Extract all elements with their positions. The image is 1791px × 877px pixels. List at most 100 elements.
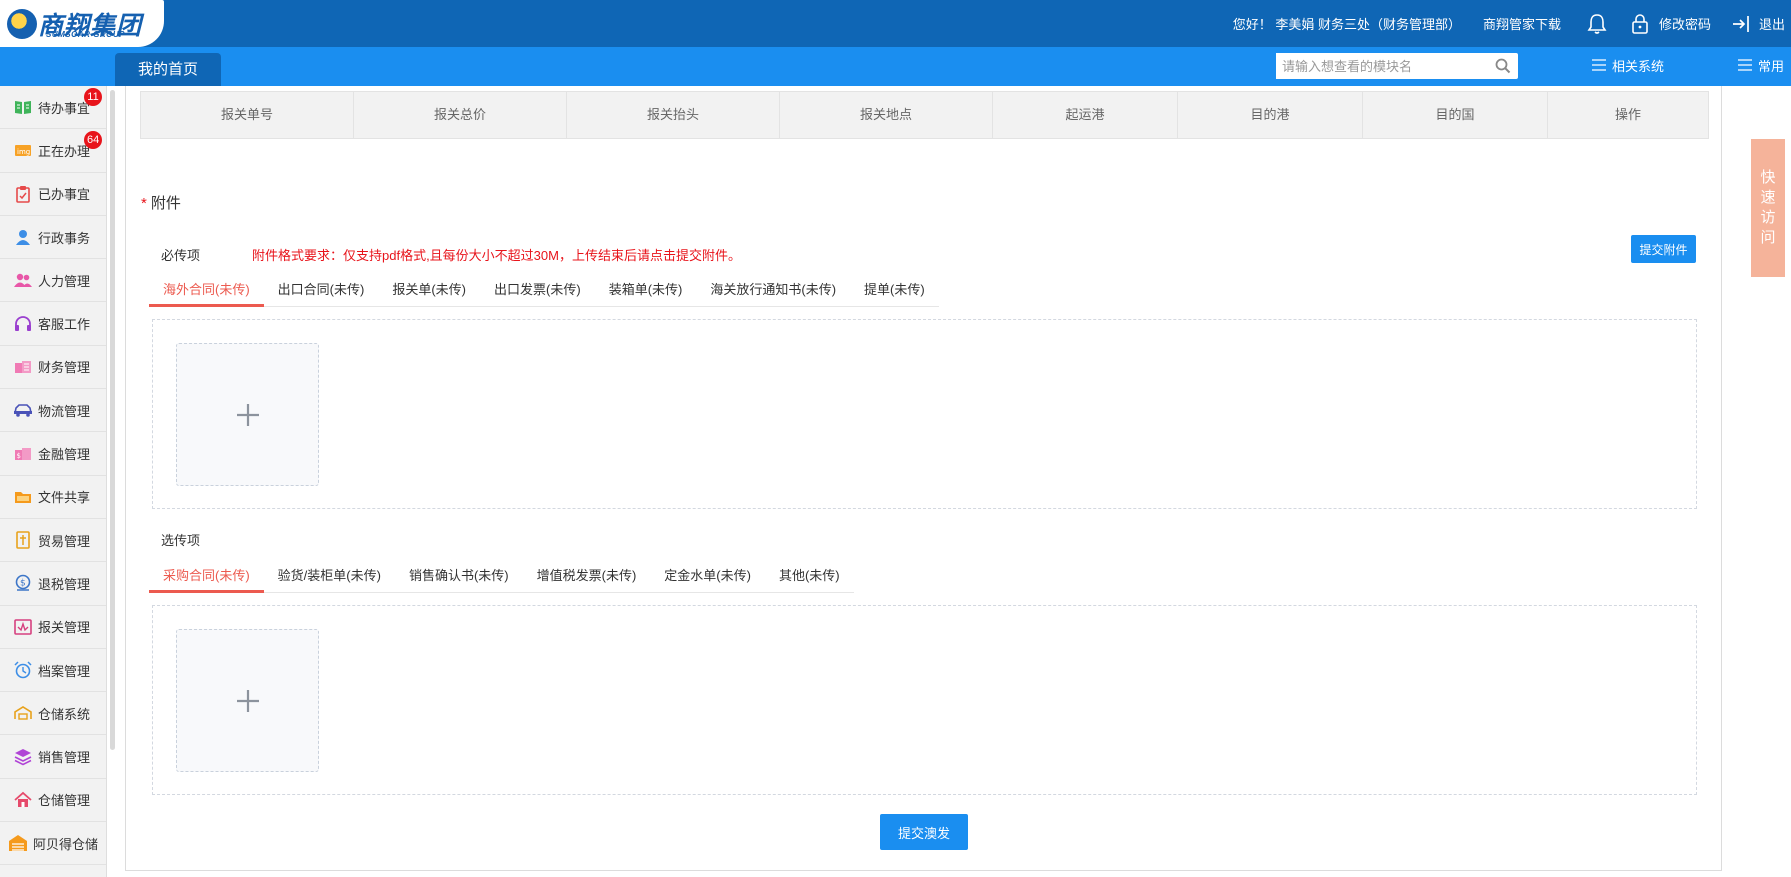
sidebar-item-abd-storage[interactable]: 阿贝得仓储 xyxy=(0,822,106,866)
logo-subtext: SUMSOAR GROUP xyxy=(46,30,125,39)
img-icon: img xyxy=(13,140,33,160)
house-icon xyxy=(13,790,33,810)
sidebar-item-label: 销售管理 xyxy=(38,750,91,766)
sidebar-item-customs[interactable]: 报关管理 xyxy=(0,606,106,649)
search-icon[interactable] xyxy=(1495,58,1511,77)
column-header: 报关单号 xyxy=(141,92,354,138)
sidebar-item-label: 正在办理 xyxy=(38,143,91,159)
upload-button[interactable] xyxy=(176,629,319,772)
folder-icon xyxy=(13,487,33,507)
logout-link[interactable]: 退出 xyxy=(1759,14,1785,33)
related-systems-label: 相关系统 xyxy=(1612,59,1665,74)
tab-export-invoice[interactable]: 出口发票(未传) xyxy=(480,275,595,307)
common-label: 常用 xyxy=(1758,59,1785,74)
tab-other[interactable]: 其他(未传) xyxy=(765,561,854,593)
sidebar-item-file-share[interactable]: 文件共享 xyxy=(0,476,106,519)
sidebar-item-label: 报关管理 xyxy=(38,620,91,636)
nav-bar: 我的首页 相关系统 常用 xyxy=(0,47,1791,86)
column-header: 报关抬头 xyxy=(567,92,780,138)
sidebar-scrollbar[interactable] xyxy=(110,90,115,750)
sidebar-item-label: 人力管理 xyxy=(38,273,91,289)
tab-bill-of-lading[interactable]: 提单(未传) xyxy=(850,275,939,307)
warehouse-icon xyxy=(8,833,28,853)
sidebar-item-label: 仓储系统 xyxy=(38,706,91,722)
tab-packing-list[interactable]: 装箱单(未传) xyxy=(595,275,697,307)
sidebar-item-storage-system[interactable]: 仓储系统 xyxy=(0,692,106,736)
finance-icon xyxy=(13,357,33,377)
tab-vat-invoice[interactable]: 增值税发票(未传) xyxy=(523,561,651,593)
sidebar-item-label: 文件共享 xyxy=(38,490,91,506)
upload-button[interactable] xyxy=(176,343,319,486)
car-icon xyxy=(13,400,33,420)
download-link[interactable]: 商翔管家下载 xyxy=(1483,14,1561,33)
book-icon xyxy=(13,97,33,117)
sidebar-item-service[interactable]: 客服工作 xyxy=(0,302,106,346)
svg-text:img: img xyxy=(17,148,30,156)
sidebar-item-done[interactable]: 已办事宜 xyxy=(0,173,106,216)
quick-access-char: 速 xyxy=(1760,189,1776,206)
people-icon xyxy=(13,270,33,290)
sidebar-item-label: 仓储管理 xyxy=(38,793,91,809)
sidebar-item-banking[interactable]: $ 金融管理 xyxy=(0,432,106,476)
customs-icon xyxy=(13,617,33,637)
sidebar-item-tax-refund[interactable]: $ 退税管理 xyxy=(0,562,106,606)
sidebar-item-sales[interactable]: 销售管理 xyxy=(0,735,106,779)
tab-customs-release[interactable]: 海关放行通知书(未传) xyxy=(696,275,850,307)
plus-icon xyxy=(236,689,259,712)
sidebar-item-admin[interactable]: 行政事务 xyxy=(0,216,106,260)
sidebar-item-label: 已办事宜 xyxy=(38,187,91,203)
sidebar-item-warehouse-mgmt[interactable]: 仓储管理 xyxy=(0,779,106,823)
tab-purchase-contract[interactable]: 采购合同(未传) xyxy=(149,561,264,593)
column-header: 报关地点 xyxy=(780,92,993,138)
tab-overseas-contract[interactable]: 海外合同(未传) xyxy=(149,275,264,307)
menu-icon xyxy=(1592,47,1606,86)
sidebar-item-label: 退税管理 xyxy=(38,576,91,592)
svg-text:$: $ xyxy=(20,579,26,589)
money-icon: $ xyxy=(13,444,33,464)
module-search xyxy=(1276,53,1518,79)
sidebar-item-trade[interactable]: 贸易管理 xyxy=(0,519,106,563)
required-asterisk: * xyxy=(141,195,147,212)
change-password-link[interactable]: 修改密码 xyxy=(1659,14,1711,33)
submit-button[interactable]: 提交澳发 xyxy=(880,814,968,850)
required-label: 必传项 xyxy=(161,248,201,263)
optional-label: 选传项 xyxy=(161,533,201,548)
sidebar-item-label: 客服工作 xyxy=(38,317,91,333)
attachments-title: * 附件 xyxy=(141,195,181,212)
tab-deposit-slip[interactable]: 定金水单(未传) xyxy=(650,561,765,593)
sidebar-item-label: 贸易管理 xyxy=(38,533,91,549)
tab-export-contract[interactable]: 出口合同(未传) xyxy=(264,275,379,307)
sidebar-item-label: 档案管理 xyxy=(38,663,91,679)
company-logo[interactable]: 商翔集团 SUMSOAR GROUP xyxy=(0,0,164,47)
sidebar-item-archive[interactable]: 档案管理 xyxy=(0,649,106,693)
sidebar-item-in-progress[interactable]: img 正在办理 64 xyxy=(0,129,106,173)
sidebar-item-label: 行政事务 xyxy=(38,230,91,246)
submit-attachment-button[interactable]: 提交附件 xyxy=(1631,235,1696,263)
tab-inspection-loading[interactable]: 验货/装柜单(未传) xyxy=(264,561,395,593)
tab-home[interactable]: 我的首页 xyxy=(115,53,221,86)
sidebar-item-todo[interactable]: 待办事宜 11 xyxy=(0,86,106,130)
column-header: 起运港 xyxy=(993,92,1178,138)
column-header: 报关总价 xyxy=(354,92,567,138)
count-badge: 11 xyxy=(84,88,102,106)
bell-icon[interactable] xyxy=(1587,13,1607,35)
column-header: 操作 xyxy=(1614,107,1641,122)
plus-icon xyxy=(236,403,259,426)
required-tabs: 海外合同(未传) 出口合同(未传) 报关单(未传) 出口发票(未传) 装箱单(未… xyxy=(149,275,939,307)
sidebar-item-hr[interactable]: 人力管理 xyxy=(0,259,106,303)
related-systems-menu[interactable]: 相关系统 xyxy=(1592,47,1664,86)
quick-access-char: 访 xyxy=(1760,209,1776,226)
common-menu[interactable]: 常用 xyxy=(1738,47,1784,86)
format-notice: 附件格式要求：仅支持pdf格式,且每份大小不超过30M，上传结束后请点击提交附件… xyxy=(252,248,741,263)
customs-table-header: 报关单号 报关总价 报关抬头 报关地点 起运港 目的港 目的国 操作 xyxy=(140,91,1709,139)
clipboard-icon xyxy=(13,184,33,204)
sidebar-item-logistics[interactable]: 物流管理 xyxy=(0,389,106,433)
trade-icon xyxy=(13,530,33,550)
tab-customs-declaration[interactable]: 报关单(未传) xyxy=(378,275,480,307)
logout-icon[interactable] xyxy=(1731,14,1751,34)
tab-sales-confirmation[interactable]: 销售确认书(未传) xyxy=(395,561,523,593)
search-input[interactable] xyxy=(1276,53,1486,79)
quick-access-button[interactable]: 快 速 访 问 xyxy=(1751,139,1785,277)
sidebar-item-finance[interactable]: 财务管理 xyxy=(0,346,106,390)
lock-icon[interactable] xyxy=(1631,13,1649,35)
